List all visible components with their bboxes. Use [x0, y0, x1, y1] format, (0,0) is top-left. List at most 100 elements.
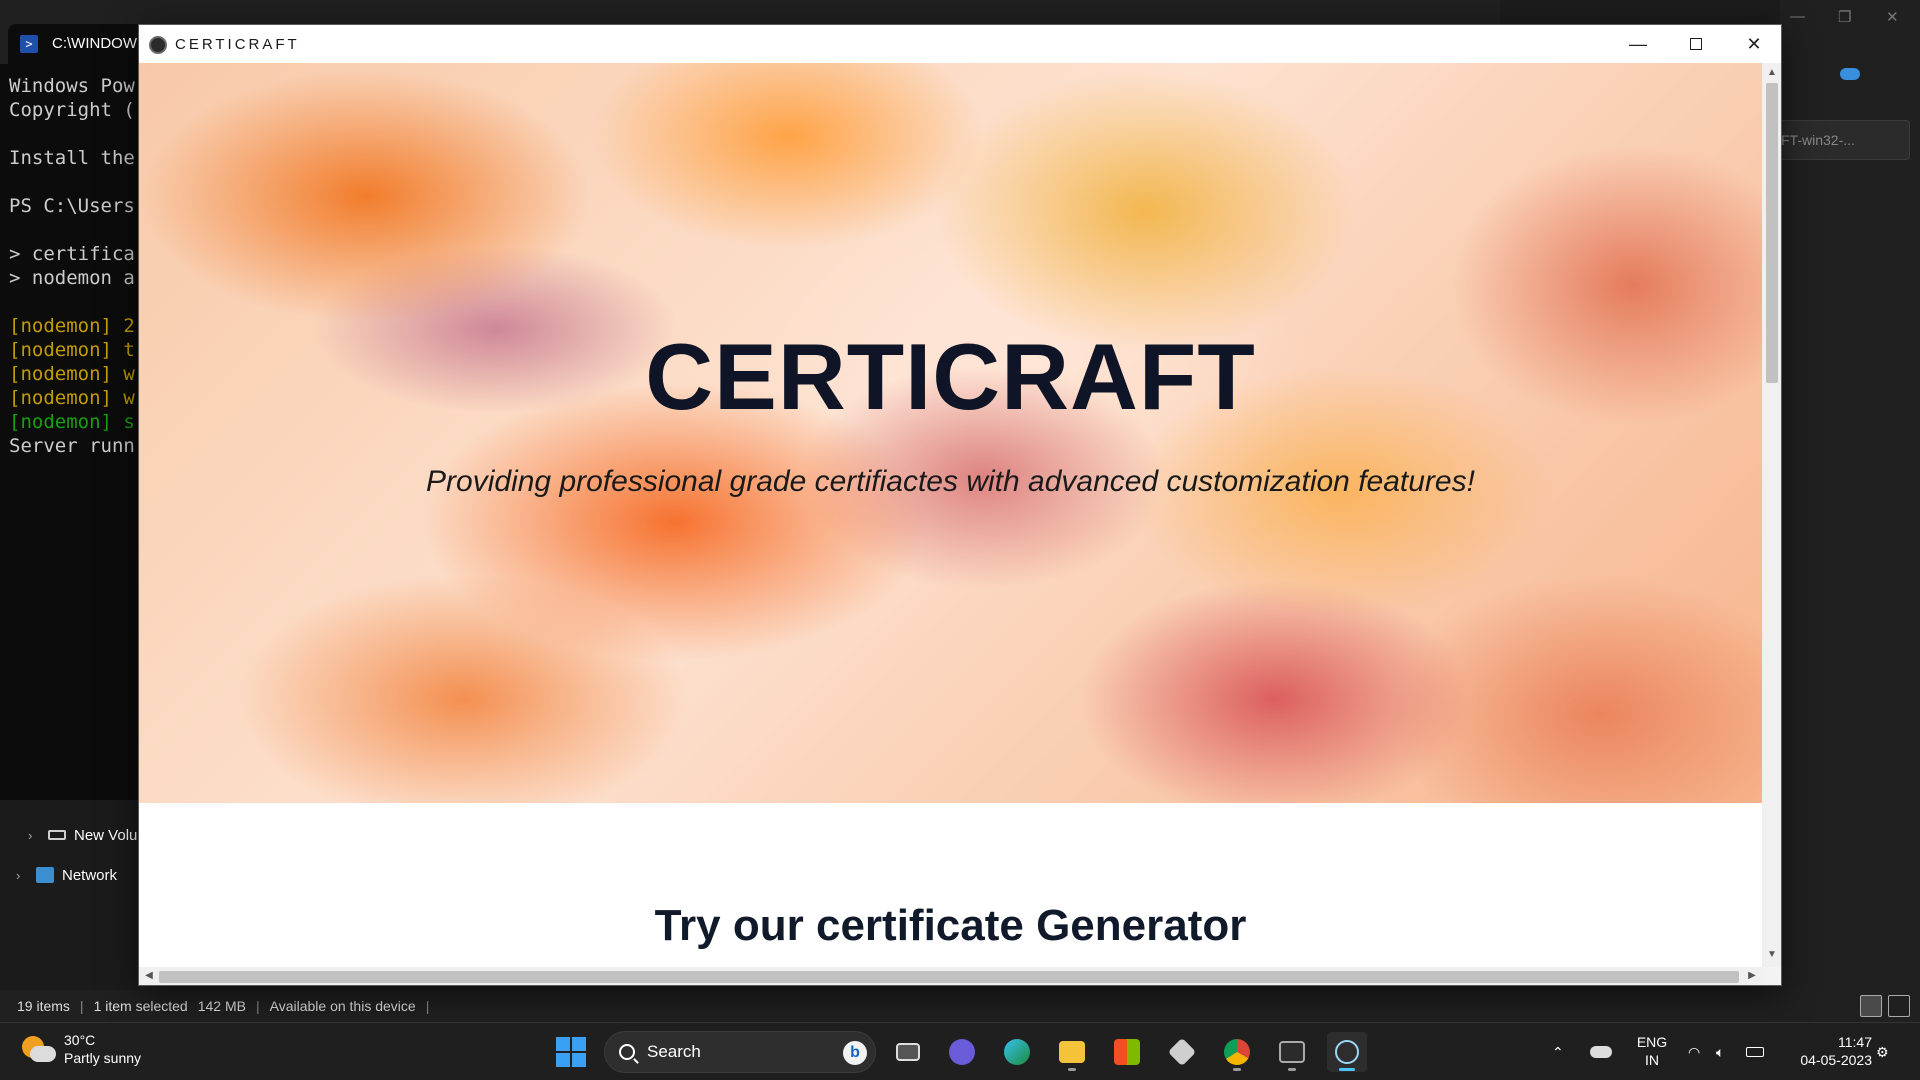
bing-icon[interactable]: b	[843, 1041, 867, 1065]
taskbar-app-task-view[interactable]	[888, 1032, 928, 1072]
terminal-icon	[1279, 1041, 1305, 1063]
section-title: Try our certificate Generator	[654, 901, 1247, 950]
clock-time: 11:47	[1838, 1034, 1872, 1050]
tray-volume[interactable]: 🔈︎	[1716, 1023, 1724, 1080]
scroll-right-icon[interactable]: ▶	[1742, 970, 1762, 981]
taskbar-app-electron[interactable]	[1327, 1032, 1367, 1072]
battery-icon	[1746, 1047, 1764, 1057]
terminal-line: [nodemon] t	[9, 339, 135, 361]
close-icon: ✕	[1746, 33, 1762, 54]
taskbar-app-teams[interactable]	[942, 1032, 982, 1072]
close-icon[interactable]: ✕	[1886, 8, 1899, 26]
maximize-icon	[1690, 38, 1702, 50]
terminal-line: Server runn	[9, 435, 135, 457]
search-label: Search	[647, 1042, 701, 1061]
certicraft-window[interactable]: CERTICRAFT — ✕ CERTICRAFT Providing prof…	[138, 24, 1782, 986]
selected-size: 142 MB	[197, 998, 246, 1014]
title-bar[interactable]: CERTICRAFT — ✕	[139, 25, 1781, 63]
scroll-up-icon[interactable]: ▲	[1762, 67, 1781, 78]
taskbar-app-edge[interactable]	[997, 1032, 1037, 1072]
taskbar: 30°C Partly sunny Search b ⌃ ENG IN ◠ 🔈︎…	[0, 1022, 1920, 1080]
vertical-scrollbar[interactable]: ▲ ▼	[1762, 63, 1781, 967]
window-title: CERTICRAFT	[175, 36, 300, 53]
search-icon	[619, 1044, 635, 1060]
edge-icon	[1004, 1039, 1030, 1065]
separator: |	[255, 998, 260, 1014]
weather-condition: Partly sunny	[64, 1050, 142, 1066]
network-icon	[36, 867, 54, 883]
notification-button[interactable]: ⚙︎	[1876, 1023, 1889, 1080]
restore-icon[interactable]: ❐	[1838, 8, 1851, 26]
terminal-line: [nodemon] s	[9, 411, 135, 433]
store-icon	[1114, 1039, 1140, 1065]
horizontal-scroll-thumb[interactable]	[159, 971, 1739, 983]
terminal-line: [nodemon] w	[9, 387, 135, 409]
clock-date: 04-05-2023	[1800, 1052, 1872, 1068]
details-view-button[interactable]	[1860, 995, 1882, 1017]
separator: |	[79, 998, 84, 1014]
chevron-right-icon: ›	[28, 827, 33, 843]
weather-widget[interactable]: 30°C Partly sunny	[20, 1031, 141, 1067]
items-count: 19 items	[17, 998, 70, 1014]
separator: |	[425, 998, 430, 1014]
teams-icon	[949, 1039, 975, 1065]
maximize-button[interactable]	[1667, 25, 1725, 63]
drive-icon	[48, 830, 66, 840]
unity-icon	[1167, 1037, 1197, 1067]
taskbar-app-unity[interactable]	[1162, 1032, 1202, 1072]
scroll-left-icon[interactable]: ◀	[139, 970, 159, 981]
nav-item-label: New Volu	[74, 826, 138, 844]
nav-item-label: Network	[62, 866, 118, 884]
terminal-line: Windows Pow	[9, 75, 135, 97]
onedrive-icon[interactable]	[1840, 68, 1860, 80]
horizontal-scrollbar[interactable]: ◀ ▶	[139, 967, 1762, 985]
tray-battery[interactable]	[1746, 1023, 1764, 1080]
tray-overflow-button[interactable]: ⌃	[1552, 1023, 1564, 1080]
chevron-up-icon: ⌃	[1552, 1043, 1564, 1060]
explorer-statusbar: 19 items | 1 item selected 142 MB | Avai…	[0, 990, 1920, 1022]
taskbar-search[interactable]: Search b	[604, 1031, 876, 1073]
taskbar-app-chrome[interactable]	[1217, 1032, 1257, 1072]
minimize-icon: —	[1629, 33, 1647, 54]
system-clock[interactable]: 11:47 04-05-2023	[1780, 1033, 1872, 1069]
language-indicator[interactable]: ENG IN	[1630, 1033, 1674, 1069]
taskbar-app-store[interactable]	[1107, 1032, 1147, 1072]
tray-wifi[interactable]: ◠	[1688, 1023, 1700, 1080]
nav-item-network[interactable]: › Network	[16, 864, 117, 886]
minimize-button[interactable]: —	[1609, 25, 1667, 63]
task-view-icon	[896, 1043, 920, 1061]
notification-icon: ⚙︎	[1876, 1043, 1889, 1060]
scroll-down-icon[interactable]: ▼	[1762, 949, 1781, 960]
taskbar-app-terminal[interactable]	[1272, 1032, 1312, 1072]
minimize-icon[interactable]: —	[1790, 8, 1805, 25]
hero-subtitle: Providing professional grade certifiacte…	[426, 465, 1475, 498]
weather-temp: 30°C	[64, 1032, 96, 1048]
page-viewport[interactable]: CERTICRAFT Providing professional grade …	[139, 63, 1762, 967]
terminal-line: PS C:\Users	[9, 195, 135, 217]
tray-onedrive[interactable]	[1590, 1023, 1612, 1080]
cloud-icon	[1590, 1046, 1612, 1058]
selected-count: 1 item selected	[93, 998, 188, 1014]
terminal-line: Copyright (	[9, 99, 135, 121]
hero-banner: CERTICRAFT Providing professional grade …	[139, 63, 1762, 803]
partly-sunny-icon	[20, 1034, 56, 1064]
chrome-icon	[1224, 1039, 1250, 1065]
close-button[interactable]: ✕	[1725, 25, 1781, 63]
vertical-scroll-thumb[interactable]	[1766, 83, 1778, 383]
terminal-line: Install the	[9, 147, 135, 169]
wifi-icon: ◠	[1688, 1043, 1701, 1060]
taskbar-app-file-explorer[interactable]	[1052, 1032, 1092, 1072]
desktop: > C:\WINDOW Windows Pow Copyright (Instal…	[0, 0, 1920, 1080]
explorer-search-input[interactable]: FT-win32-...	[1770, 120, 1910, 160]
nav-item-new-volume[interactable]: › New Volu	[28, 824, 137, 846]
terminal-line: > nodemon a	[9, 267, 135, 289]
tiles-view-button[interactable]	[1888, 995, 1910, 1017]
language-region: IN	[1645, 1052, 1659, 1068]
hero-title: CERTICRAFT	[645, 324, 1256, 429]
language-code: ENG	[1636, 1034, 1668, 1050]
start-button[interactable]	[556, 1037, 586, 1067]
view-toggle	[1860, 995, 1910, 1017]
